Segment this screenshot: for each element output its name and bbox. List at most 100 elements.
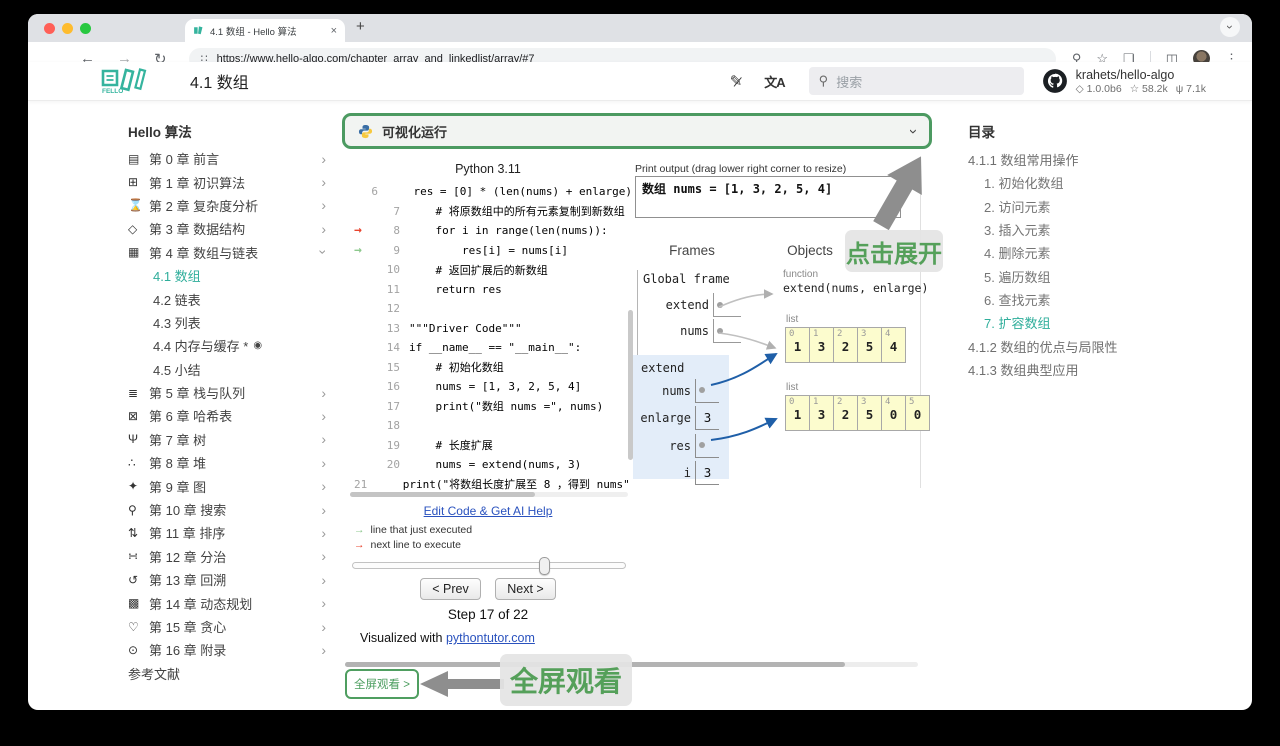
sidebar-item[interactable]: ✦ 第 9 章 图 › [128, 474, 330, 497]
hello-algo-logo[interactable]: FELLO [100, 68, 148, 94]
new-tab-button[interactable]: + [356, 18, 365, 35]
toc-item[interactable]: 4.1.2 数组的优点与局限性 [968, 334, 1203, 357]
sidebar-item-label: 第 14 章 动态规划 [149, 596, 253, 612]
language-icon[interactable]: 文A [764, 72, 785, 91]
sidebar-item[interactable]: ⊠ 第 6 章 哈希表 › [128, 404, 330, 427]
slider-handle[interactable] [539, 557, 550, 575]
sidebar-item[interactable]: ≣ 第 5 章 栈与队列 › [128, 381, 330, 404]
sidebar-item[interactable]: ⇅ 第 11 章 排序 › [128, 521, 330, 544]
tab-search-chevron-icon[interactable]: › [1220, 17, 1240, 37]
cell-value: 0 [913, 407, 922, 422]
cell-value: 3 [817, 407, 826, 422]
sidebar-item[interactable]: 4.4 内存与缓存 * ◉ [128, 334, 330, 357]
next-button[interactable]: Next > [495, 578, 556, 600]
sidebar-item[interactable]: ▦ 第 4 章 数组与链表 › [128, 241, 332, 264]
code-text: nums = [1, 3, 2, 5, 4] [409, 380, 582, 394]
sidebar-item-label: 第 5 章 栈与队列 [149, 386, 246, 402]
sidebar-item[interactable]: ▩ 第 14 章 动态规划 › [128, 591, 330, 614]
sidebar-item-references[interactable]: 参考文献 [128, 662, 330, 685]
chevron-right-icon: › [321, 478, 326, 495]
variable-value: 3 [695, 461, 719, 486]
search-input[interactable]: ⚲ 搜索 [808, 67, 1024, 95]
function-type-label: function [783, 269, 819, 280]
toc-item[interactable]: 6. 查找元素 [968, 288, 1203, 311]
chevron-right-icon: › [315, 249, 332, 255]
sidebar-item-label: 第 16 章 附录 [149, 643, 227, 659]
sidebar-item[interactable]: ⌛ 第 2 章 复杂度分析 › [128, 194, 330, 217]
pythontutor-link[interactable]: pythontutor.com [446, 631, 535, 645]
sidebar-item[interactable]: 4.1 数组 [128, 264, 330, 287]
sidebar-item[interactable]: ◇ 第 3 章 数据结构 › [128, 217, 330, 240]
code-text: print("数组 nums =", nums) [409, 400, 604, 414]
print-output-box[interactable]: 数组 nums = [1, 3, 2, 5, 4] [635, 176, 901, 218]
code-text: # 初始化数组 [409, 361, 504, 375]
tab-close-icon[interactable]: × [331, 25, 337, 37]
just-executed-arrow-icon: → [354, 242, 362, 258]
code-text: for i in range(len(nums)): [409, 224, 608, 238]
toc-item[interactable]: 5. 遍历数组 [968, 264, 1203, 287]
close-window-button[interactable] [44, 23, 55, 34]
chevron-right-icon: › [321, 524, 326, 541]
sidebar-item[interactable]: 4.3 列表 [128, 311, 330, 334]
sidebar-item[interactable]: 4.5 小结 [128, 358, 330, 381]
repo-stats: ◇ 1.0.0b6 ☆ 58.2k ψ 7.1k [1076, 83, 1206, 95]
step-slider[interactable] [352, 557, 626, 575]
toc-item[interactable]: 3. 插入元素 [968, 218, 1203, 241]
sidebar-item[interactable]: ⊙ 第 16 章 附录 › [128, 638, 330, 661]
chevron-down-icon[interactable]: › [905, 129, 922, 134]
cell-index: 0 [789, 397, 795, 407]
sidebar-list: ▤ 第 0 章 前言 › ⊞ 第 1 章 初识算法 › ⌛ 第 2 章 复杂度分析 › ◇ 第 3 … [128, 147, 332, 662]
list-cell: 22 [833, 327, 858, 363]
code-line: 6 res = [0] * (len(nums) + enlarge) [342, 182, 632, 202]
line-number: 12 [386, 302, 400, 316]
code-line: 19 # 长度扩展 [342, 436, 632, 456]
code-line: 18 [342, 416, 632, 436]
fullscreen-hint-arrow-icon [420, 671, 504, 697]
toc-item[interactable]: 2. 访问元素 [968, 195, 1203, 218]
theme-toggle-icon[interactable]: ✎̷ [730, 72, 743, 90]
maximize-window-button[interactable] [80, 23, 91, 34]
minimize-window-button[interactable] [62, 23, 73, 34]
edit-code-link[interactable]: Edit Code & Get AI Help [342, 504, 634, 518]
code-text: if __name__ == "__main__": [409, 341, 582, 355]
extend-frame: extend nums enlarge 3 res i 3 [633, 355, 729, 486]
line-number: 9 [393, 243, 400, 257]
sidebar-item[interactable]: ♡ 第 15 章 贪心 › [128, 615, 330, 638]
list-cell: 01 [785, 327, 810, 363]
sidebar-item[interactable]: ∺ 第 12 章 分治 › [128, 545, 330, 568]
line-number: 20 [386, 458, 400, 472]
fullscreen-hint-badge: 全屏观看 [500, 654, 632, 706]
python-icon [358, 124, 373, 138]
sidebar-item-label: 第 10 章 搜索 [149, 503, 227, 519]
sidebar-item[interactable]: 4.2 链表 [128, 287, 330, 310]
toc-item[interactable]: 4. 删除元素 [968, 241, 1203, 264]
github-repo-link[interactable]: krahets/hello-algo ◇ 1.0.0b6 ☆ 58.2k ψ 7… [1042, 68, 1206, 95]
sidebar-item[interactable]: ⊞ 第 1 章 初识算法 › [128, 170, 330, 193]
browser-tab[interactable]: 4.1 数组 - Hello 算法 × [185, 19, 345, 42]
grid-plus-icon: ⊞ [128, 175, 139, 190]
code-text: # 返回扩展后的新数组 [409, 263, 548, 277]
toc-item[interactable]: 1. 初始化数组 [968, 171, 1203, 194]
sidebar-item[interactable]: ∴ 第 8 章 堆 › [128, 451, 330, 474]
sidebar-item[interactable]: ▤ 第 0 章 前言 › [128, 147, 330, 170]
toc-item[interactable]: 4.1.1 数组常用操作 [968, 148, 1203, 171]
prev-button[interactable]: < Prev [420, 578, 481, 600]
sidebar-item[interactable]: ↺ 第 13 章 回溯 › [128, 568, 330, 591]
list-cell: 44 [881, 327, 906, 363]
search-icon: ⚲ [128, 502, 137, 517]
list-cell: 13 [809, 327, 834, 363]
chevron-right-icon: › [321, 571, 326, 588]
toc-item[interactable]: 4.1.3 数组典型应用 [968, 358, 1203, 381]
sidebar-item-label: 第 3 章 数据结构 [149, 222, 246, 238]
line-number: 21 [354, 477, 368, 491]
toc-item[interactable]: 7. 扩容数组 [968, 311, 1203, 334]
code-horizontal-scrollbar[interactable] [350, 492, 628, 497]
list-cell: 13 [809, 395, 834, 431]
line-number: 14 [386, 341, 400, 355]
sidebar-item[interactable]: Ψ 第 7 章 树 › [128, 428, 330, 451]
visual-run-panel-header[interactable]: 可视化运行 › [342, 113, 932, 149]
reference-dot [695, 433, 719, 458]
fullscreen-button[interactable]: 全屏观看 > [345, 669, 419, 699]
hourglass-icon: ⌛ [128, 198, 143, 213]
sidebar-item[interactable]: ⚲ 第 10 章 搜索 › [128, 498, 330, 521]
